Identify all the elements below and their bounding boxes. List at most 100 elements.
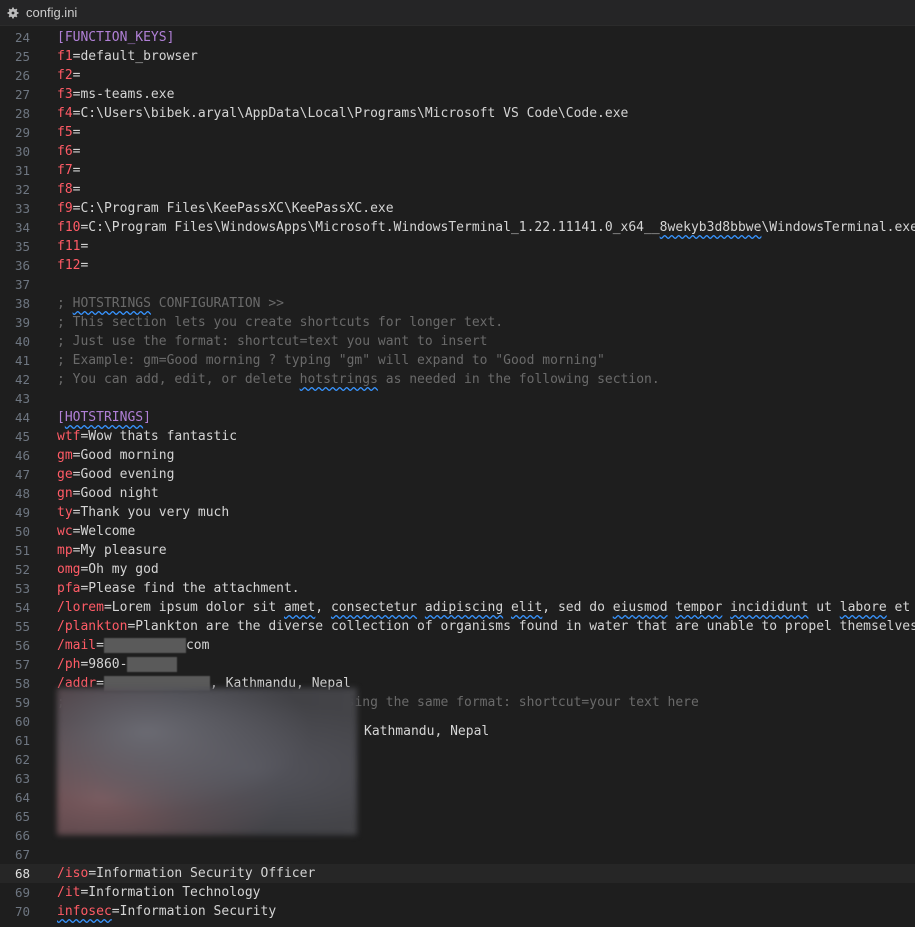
ini-value [503, 600, 511, 615]
line-number: 53 [14, 581, 30, 596]
code-line[interactable]: 26 f2= [0, 66, 915, 85]
ini-comment: hotstrings [299, 372, 378, 387]
ini-comment: ; Just use the format: shortcut=text you… [57, 334, 488, 349]
line-content: /mail= com [57, 636, 209, 655]
code-line[interactable]: 42 ; You can add, edit, or delete hotstri… [0, 370, 915, 389]
code-line[interactable]: 47 ge=Good evening [0, 465, 915, 484]
line-number: 51 [14, 543, 30, 558]
ini-value: consectetur [330, 600, 418, 615]
ini-value: =Welcome [72, 524, 136, 539]
code-line[interactable]: 24 [FUNCTION_KEYS] [0, 28, 915, 47]
code-line[interactable]: 40 ; Just use the format: shortcut=text y… [0, 332, 915, 351]
code-line[interactable]: 53 pfa=Please find the attachment. [0, 579, 915, 598]
ini-key: omg [57, 562, 81, 577]
line-number: 40 [14, 334, 30, 349]
ini-value: tempor [675, 600, 723, 615]
code-line[interactable]: 67 [0, 845, 915, 864]
ini-value: =default_browser [72, 49, 198, 64]
line-content: f8= [57, 180, 80, 199]
line-number: 52 [14, 562, 30, 577]
ini-key: f4 [57, 106, 73, 121]
ini-key: f6 [57, 144, 73, 159]
line-number: 57 [14, 657, 30, 672]
code-line[interactable]: 68/iso=Information Security Officer [0, 864, 915, 883]
line-content: infosec=Information Security [57, 902, 276, 921]
code-line[interactable]: 50 wc=Welcome [0, 522, 915, 541]
code-line[interactable]: 38; HOTSTRINGS CONFIGURATION >> [0, 294, 915, 313]
blurred-redacted-block [57, 688, 357, 835]
line-number: 43 [14, 391, 30, 406]
code-line[interactable]: 49 ty=Thank you very much [0, 503, 915, 522]
ini-section: FUNCTION_KEYS [64, 30, 167, 45]
code-line[interactable]: 54/lorem=Lorem ipsum dolor sit amet, con… [0, 598, 915, 617]
line-content: mp=My pleasure [57, 541, 167, 560]
code-line[interactable]: 51 mp=My pleasure [0, 541, 915, 560]
code-line[interactable]: 44 [HOTSTRINGS] [0, 408, 915, 427]
ini-key: wc [57, 524, 73, 539]
tab-bar: config.ini [0, 0, 915, 26]
code-line[interactable]: 35 f11= [0, 237, 915, 256]
line-content: /ph=9860- [57, 655, 178, 674]
ini-value: =Good morning [72, 448, 175, 463]
code-line[interactable]: 30 f6= [0, 142, 915, 161]
code-line[interactable]: 36 f12= [0, 256, 915, 275]
code-line[interactable]: 46 gm=Good morning [0, 446, 915, 465]
ini-key: infosec [57, 904, 112, 919]
ini-value: et do [894, 600, 911, 615]
line-number: 70 [14, 904, 30, 919]
code-line[interactable]: 37 [0, 275, 915, 294]
code-line[interactable]: 56/mail= com [0, 636, 915, 655]
code-line[interactable]: 48 gn=Good night [0, 484, 915, 503]
line-content: ty=Thank you very much [57, 503, 229, 522]
code-line[interactable]: 29 f5= [0, 123, 915, 142]
ini-key: f5 [57, 125, 73, 140]
line-number: 27 [14, 87, 30, 102]
ini-value: =C:\Users\bibek.aryal\AppData\Local\Prog… [72, 106, 629, 121]
line-number: 48 [14, 486, 30, 501]
ini-section: ] [143, 410, 151, 425]
ini-value: com [185, 638, 210, 653]
code-line[interactable]: 32 f8= [0, 180, 915, 199]
line-number: 62 [14, 752, 30, 767]
ini-section: [ [57, 30, 65, 45]
ini-key: mp [57, 543, 73, 558]
code-line[interactable]: 31 f7= [0, 161, 915, 180]
code-line[interactable]: 43 [0, 389, 915, 408]
ini-value: = [72, 125, 81, 140]
code-line[interactable]: 28 f4=C:\Users\bibek.aryal\AppData\Local\… [0, 104, 915, 123]
ini-key: /mail [57, 638, 97, 653]
ini-value [722, 600, 730, 615]
ini-value: ut [808, 600, 840, 615]
code-line[interactable]: 34 f10=C:\Program Files\WindowsApps\Micro… [0, 218, 915, 237]
ini-key: /it [57, 885, 81, 900]
ini-value: 8wekyb3d8bbwe [659, 220, 762, 235]
line-number: 61 [14, 733, 30, 748]
code-line[interactable]: 69/it=Information Technology [0, 883, 915, 902]
line-number: 60 [14, 714, 30, 729]
ini-comment: ; Example: gm=Good morning ? typing "gm"… [57, 353, 605, 368]
ini-value: =Lorem ipsum dolor sit [103, 600, 284, 615]
line-number: 50 [14, 524, 30, 539]
line-content: f6= [57, 142, 80, 161]
code-line[interactable]: 25 f1=default_browser [0, 47, 915, 66]
tab-config-ini[interactable]: config.ini [0, 0, 85, 25]
line-content: /iso=Information Security Officer [57, 864, 315, 883]
line-content: ; HOTSTRINGS CONFIGURATION >> [57, 294, 284, 313]
line-content: ; This section lets you create shortcuts… [57, 313, 503, 332]
code-line[interactable]: 33 f9=C:\Program Files\KeePassXC\KeePassX… [0, 199, 915, 218]
code-line[interactable]: 57/ph=9860- [0, 655, 915, 674]
code-line[interactable]: 27 f3=ms-teams.exe [0, 85, 915, 104]
code-line[interactable]: 45 wtf=Wow thats fantastic [0, 427, 915, 446]
ini-key: ty [57, 505, 73, 520]
line-number: 63 [14, 771, 30, 786]
code-line[interactable]: 41 ; Example: gm=Good morning ? typing "g… [0, 351, 915, 370]
code-line[interactable]: 55/plankton=Plankton are the diverse col… [0, 617, 915, 636]
ini-value: = [72, 144, 81, 159]
ini-key: f12 [57, 258, 81, 273]
code-line[interactable]: 70 infosec=Information Security [0, 902, 915, 921]
ini-key: f10 [57, 220, 81, 235]
ini-value: =Plankton are the diverse collection of … [127, 619, 915, 634]
code-line[interactable]: 39 ; This section lets you create shortcu… [0, 313, 915, 332]
line-number: 41 [14, 353, 30, 368]
code-line[interactable]: 52 omg=Oh my god [0, 560, 915, 579]
